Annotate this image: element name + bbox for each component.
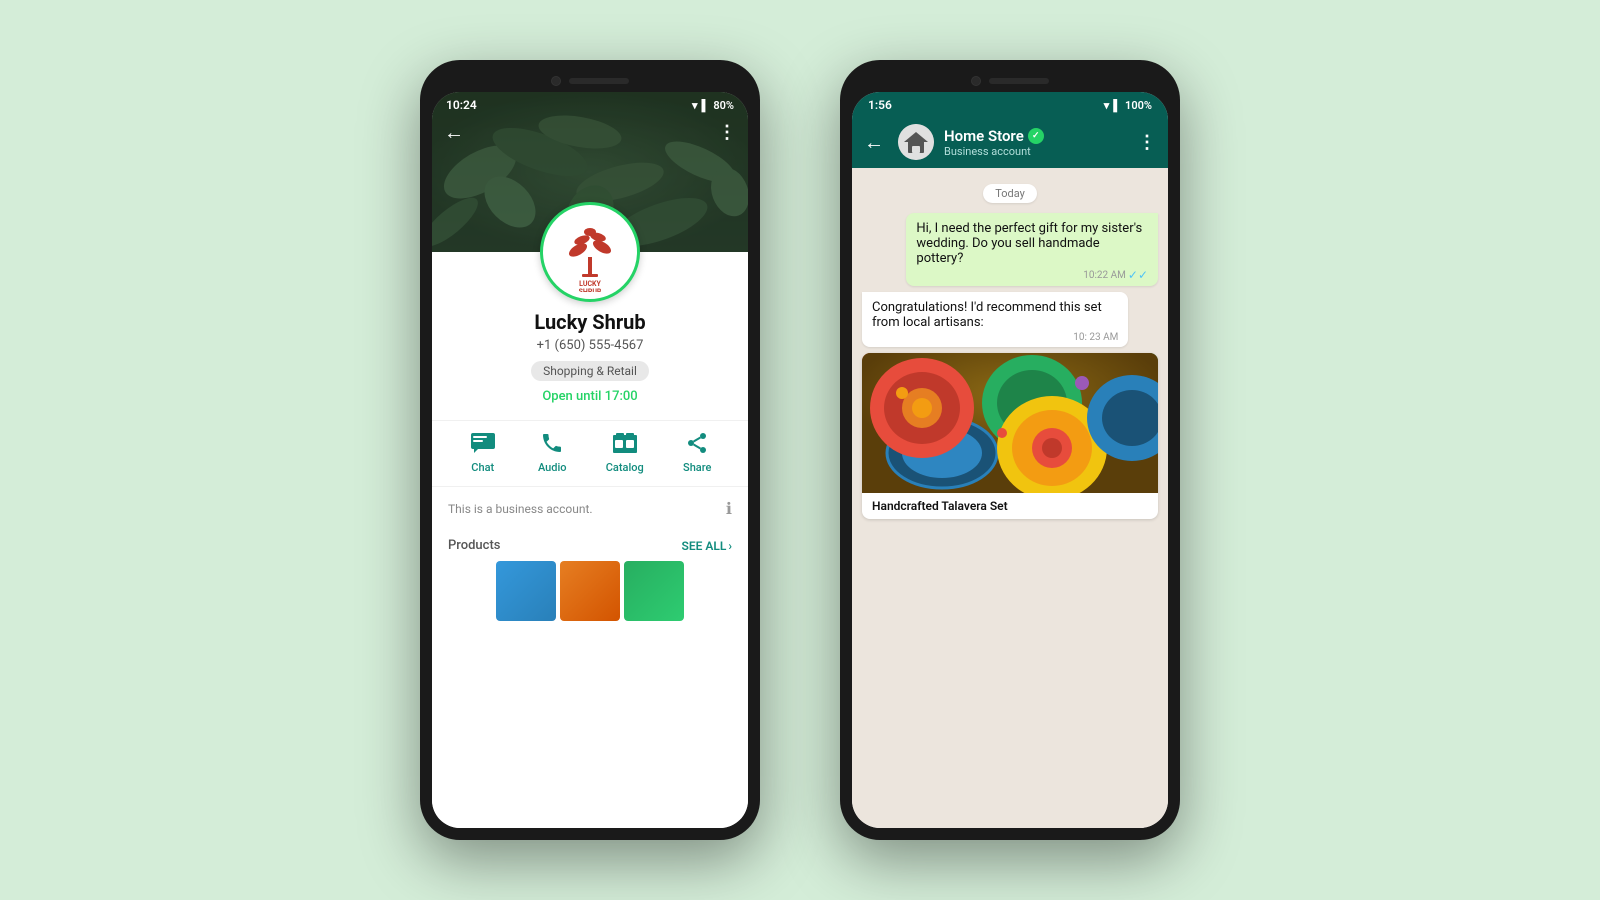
phone1-screen: 10:24 ▾ ▌ 80% ← ⋮ — [432, 92, 748, 828]
verified-badge: ✓ — [1028, 128, 1044, 144]
speaker — [569, 78, 629, 84]
profile-content: Lucky Shrub +1 (650) 555-4567 Shopping &… — [432, 252, 748, 828]
phone2-notch — [852, 72, 1168, 92]
business-avatar: LUCKY SHRUB — [540, 202, 640, 302]
see-all-button[interactable]: SEE ALL › — [682, 539, 732, 553]
speaker-2 — [989, 78, 1049, 84]
business-name: Lucky Shrub — [534, 310, 645, 334]
message-received-1: Congratulations! I'd recommend this set … — [862, 292, 1128, 347]
msg-time-1: 10:22 AM ✓✓ — [916, 268, 1148, 282]
chat-icon — [467, 429, 499, 457]
svg-text:SHRUB: SHRUB — [579, 288, 602, 292]
battery-icon-2: 100% — [1125, 99, 1152, 112]
status-time: 10:24 — [446, 98, 477, 112]
product-card-title: Handcrafted Talavera Set — [862, 493, 1158, 519]
business-hours: Open until 17:00 — [542, 389, 637, 404]
msg-time-2: 10: 23 AM — [872, 332, 1118, 343]
chat-label: Chat — [471, 461, 494, 474]
read-ticks: ✓✓ — [1128, 268, 1148, 282]
more-button[interactable]: ⋮ — [718, 122, 736, 143]
audio-icon — [536, 429, 568, 457]
status-icons-2: ▾ ▌ 100% — [1104, 99, 1152, 112]
chevron-right-icon: › — [728, 539, 732, 553]
front-camera-2 — [971, 76, 981, 86]
audio-label: Audio — [538, 461, 567, 474]
business-category: Shopping & Retail — [531, 361, 649, 381]
product-card[interactable]: Handcrafted Talavera Set — [862, 353, 1158, 519]
phone1-notch — [432, 72, 748, 92]
back-button[interactable]: ← — [444, 120, 464, 145]
contact-name: Home Store ✓ — [944, 127, 1128, 145]
signal-icon-2: ▌ — [1113, 99, 1121, 112]
wifi-icon: ▾ — [692, 99, 698, 112]
share-icon — [681, 429, 713, 457]
products-thumbnails — [480, 557, 700, 625]
products-section: Products SEE ALL › — [432, 530, 748, 557]
catalog-label: Catalog — [606, 461, 644, 474]
profile-header-bg: 10:24 ▾ ▌ 80% ← ⋮ — [432, 92, 748, 252]
phone-2: 1:56 ▾ ▌ 100% ← Home Store ✓ — [840, 60, 1180, 840]
status-icons: ▾ ▌ 80% — [692, 99, 734, 112]
audio-action[interactable]: Audio — [536, 429, 568, 474]
product-card-image — [862, 353, 1158, 493]
business-note: This is a business account. ℹ — [432, 487, 748, 530]
battery-icon: 80% — [713, 99, 734, 112]
share-action[interactable]: Share — [681, 429, 713, 474]
chat-body: Today Hi, I need the perfect gift for my… — [852, 168, 1168, 828]
chat-action[interactable]: Chat — [467, 429, 499, 474]
phone-1: 10:24 ▾ ▌ 80% ← ⋮ — [420, 60, 760, 840]
svg-text:LUCKY: LUCKY — [579, 280, 601, 288]
share-label: Share — [683, 461, 711, 474]
status-bar-2: 1:56 ▾ ▌ 100% — [852, 92, 1168, 116]
signal-icon: ▌ — [702, 99, 710, 112]
business-phone: +1 (650) 555-4567 — [537, 338, 644, 353]
profile-actions: Chat Audio — [432, 420, 748, 487]
home-store-avatar — [898, 124, 934, 160]
catalog-action[interactable]: Catalog — [606, 429, 644, 474]
product-thumb-1 — [496, 561, 556, 621]
message-sent-1: Hi, I need the perfect gift for my siste… — [906, 213, 1158, 286]
chat-header-info: Home Store ✓ Business account — [944, 127, 1128, 158]
chat-back-button[interactable]: ← — [864, 130, 884, 155]
chat-subtitle: Business account — [944, 145, 1128, 158]
wifi-icon-2: ▾ — [1104, 99, 1110, 112]
product-thumb-3 — [624, 561, 684, 621]
info-icon: ℹ — [726, 499, 732, 518]
date-divider: Today — [862, 182, 1158, 203]
chat-more-button[interactable]: ⋮ — [1138, 132, 1156, 153]
products-label: Products — [448, 538, 500, 553]
product-thumb-2 — [560, 561, 620, 621]
status-time-2: 1:56 — [868, 98, 892, 112]
front-camera — [551, 76, 561, 86]
phone2-screen: 1:56 ▾ ▌ 100% ← Home Store ✓ — [852, 92, 1168, 828]
chat-header: ← Home Store ✓ Business account ⋮ — [852, 116, 1168, 168]
catalog-icon — [609, 429, 641, 457]
